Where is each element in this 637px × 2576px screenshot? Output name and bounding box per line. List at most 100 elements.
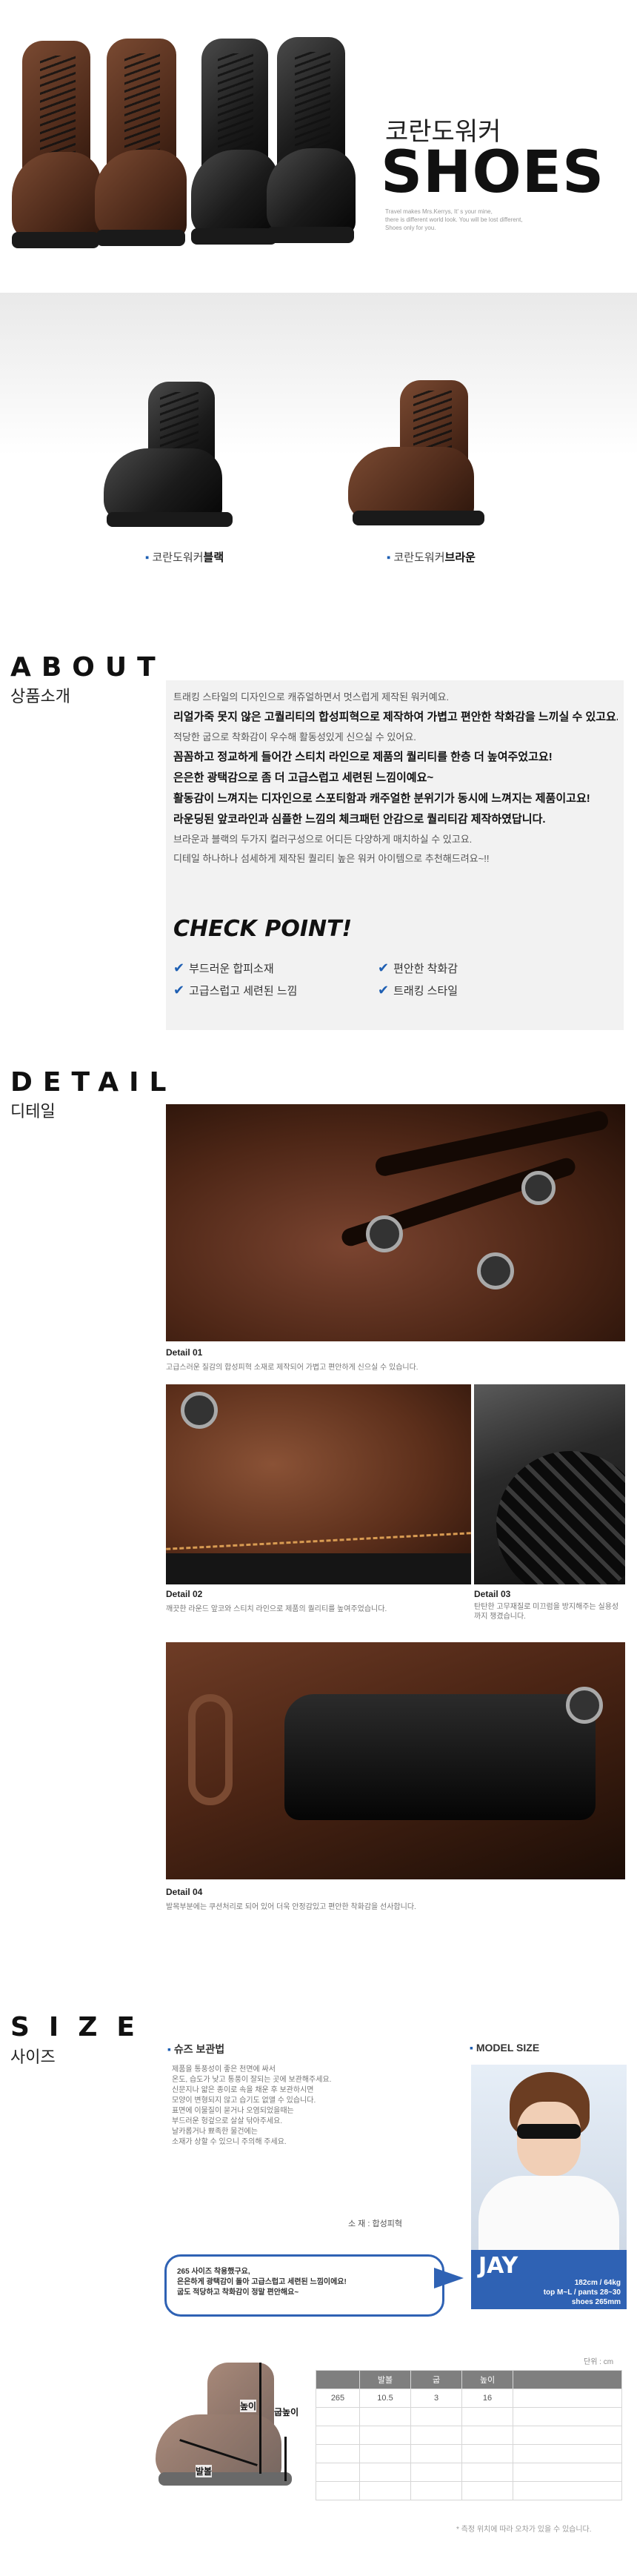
detail-02-title: Detail 02 — [166, 1589, 203, 1599]
bullet-icon: ▪ — [145, 551, 150, 564]
about-line-text: 은은한 광택감으로 좀 더 고급스럽고 세련된 느낌이예요~ — [173, 771, 434, 784]
hero-boot-brown-1 — [12, 41, 101, 256]
detail-03-photo — [474, 1384, 625, 1584]
hero-boot-black-2 — [267, 37, 356, 252]
about-line: 브라운과 블랙의 두가지 컬러구성으로 어디든 다양하게 매치하실 수 있고요. — [173, 834, 473, 845]
callout-tail — [434, 2268, 464, 2288]
variant-label-brown: ▪ 코란도워커브라운 — [387, 549, 476, 565]
about-title: ABOUT — [10, 652, 166, 683]
size-table-cell: 265 — [316, 2389, 360, 2408]
variant-label-black: ▪ 코란도워커블랙 — [145, 549, 224, 565]
variant-boot-brown — [348, 380, 489, 528]
check-item-label: 부드러운 합피소재 — [189, 963, 274, 975]
model-stat: 182cm / 64kg — [574, 2279, 621, 2287]
size-footnote: * 측정 위치에 따라 오차가 있을 수 있습니다. — [456, 2526, 592, 2534]
hero-tagline-line: there is different world look. You will … — [385, 216, 523, 223]
hero-boot-black-1 — [191, 39, 279, 253]
detail-03-desc: 탄탄한 고무재질로 미끄럼을 방지해주는 실용성까지 챙겼습니다. — [474, 1602, 622, 1621]
size-table-header-cell: 높이 — [461, 2370, 513, 2389]
detail-01-title: Detail 01 — [166, 1347, 203, 1358]
bullet-icon: ▪ — [167, 2043, 171, 2055]
about-line: 은은한 광택감으로 좀 더 고급스럽고 세련된 느낌이예요~ — [173, 769, 618, 785]
measure-diagram: 높이 굽높이 발볼 — [156, 2355, 311, 2496]
model-title: ▪ MODEL SIZE — [470, 2042, 539, 2054]
model-info-box: JAY 182cm / 64kg top M~L / pants 28~30 s… — [471, 2250, 627, 2309]
model-name: JAY — [478, 2253, 518, 2279]
detail-04-desc: 발목부분에는 쿠션처리로 되어 있어 더욱 안정감있고 편안한 착화감을 선사합… — [166, 1903, 416, 1911]
about-line: 리얼가죽 못지 않은 고퀄리티의 합성피혁으로 제작하여 가볍고 편안한 착화감… — [173, 708, 618, 724]
table-row — [316, 2463, 622, 2482]
table-row — [316, 2444, 622, 2463]
about-line: 활동감이 느껴지는 디자인으로 스포티함과 캐주얼한 분위기가 동시에 느껴지는… — [173, 790, 618, 806]
sole-tread — [496, 1451, 625, 1584]
about-line-text: 꼼꼼하고 정교하게 들어간 스티치 라인으로 제품의 퀄리티를 한층 더 높여주… — [173, 751, 553, 763]
variant-label-color: 블랙 — [203, 551, 224, 564]
callout-line: 굽도 적당하고 착화감이 정말 편안해요~ — [177, 2288, 299, 2297]
hero-tagline: Travel makes Mrs.Kerrys, It' s your mine… — [385, 208, 523, 232]
model-shirt — [478, 2176, 619, 2250]
heel-line — [284, 2437, 287, 2481]
check-item: ✔ 트래킹 스타일 — [378, 983, 458, 998]
care-line: 부드러운 헝겊으로 살살 닦아주세요. — [172, 2117, 283, 2125]
care-line: 제품을 통풍성이 좋은 천면에 싸서 — [172, 2065, 276, 2074]
variants-section: ▪ 코란도워커블랙 ▪ 코란도워커브라운 — [0, 293, 637, 589]
variant-label-color: 브라운 — [444, 551, 476, 564]
sunglasses-icon — [517, 2124, 581, 2139]
checkmark-icon: ✔ — [173, 960, 185, 975]
sole-edge — [166, 1553, 471, 1584]
about-line: 디테일 하나하나 섬세하게 제작된 퀄리티 높은 워커 아이템으로 추천해드려요… — [173, 853, 490, 864]
size-table-header-cell: 발볼 — [359, 2370, 411, 2389]
hero-boot-brown-2 — [95, 39, 187, 255]
detail-04-photo — [166, 1642, 625, 1879]
bullet-icon: ▪ — [387, 551, 391, 564]
size-table: 발볼 굽 높이 265 10.5 3 16 — [316, 2370, 622, 2500]
height-label: 높이 — [240, 2400, 257, 2412]
hero-tagline-line: Travel makes Mrs.Kerrys, It' s your mine… — [385, 208, 493, 215]
care-line: 신문지나 얇은 종이로 속을 채운 후 보관하시면 — [172, 2086, 314, 2094]
unit-label: 단위 : cm — [584, 2358, 614, 2366]
care-text: 제품을 통풍성이 좋은 천면에 싸서 온도, 습도가 낮고 통풍이 잘되는 곳에… — [172, 2065, 331, 2148]
size-subtitle: 사이즈 — [10, 2048, 56, 2066]
callout-text: 265 사이즈 착용했구요, 은은하게 광택감이 돌아 고급스럽고 세련된 느낌… — [177, 2267, 347, 2298]
padded-collar — [284, 1694, 596, 1820]
stitch-line — [166, 1532, 471, 1550]
variant-boot-black — [104, 382, 237, 530]
model-photo — [471, 2065, 627, 2250]
care-line: 온도, 습도가 낮고 통풍이 잘되는 곳에 보관해주세요. — [172, 2076, 332, 2084]
measure-boot — [156, 2363, 304, 2489]
eyelet-icon — [181, 1392, 218, 1429]
variant-label-prefix: 코란도워커 — [152, 551, 204, 564]
size-table-header-cell: 굽 — [410, 2370, 462, 2389]
size-table-header: 발볼 굽 높이 — [316, 2370, 622, 2389]
about-subtitle: 상품소개 — [10, 687, 70, 706]
model-stats: 182cm / 64kg top M~L / pants 28~30 shoes… — [544, 2278, 621, 2307]
table-row — [316, 2481, 622, 2500]
about-line-text: 리얼가죽 못지 않은 고퀄리티의 합성피혁으로 제작하여 가볍고 편안한 착화감… — [173, 711, 618, 723]
detail-04-title: Detail 04 — [166, 1887, 203, 1897]
pull-loop — [188, 1694, 233, 1805]
checkmark-icon: ✔ — [378, 960, 390, 975]
detail-02-photo — [166, 1384, 471, 1584]
size-table-cell: 16 — [461, 2389, 513, 2408]
material-label: 소 재 : 합성피혁 — [348, 2220, 402, 2228]
eyelet-icon — [566, 1687, 603, 1724]
size-table-cell — [513, 2389, 622, 2408]
model-stat: shoes 265mm — [571, 2298, 621, 2306]
check-item: ✔ 고급스럽고 세련된 느낌 — [173, 983, 297, 998]
detail-title: DETAIL — [10, 1067, 177, 1098]
size-table-cell: 3 — [410, 2389, 462, 2408]
callout-line: 은은하게 광택감이 돌아 고급스럽고 세련된 느낌이에요! — [177, 2278, 347, 2286]
hero-title-en: SHOES — [381, 139, 605, 206]
checkmark-icon: ✔ — [173, 983, 185, 997]
eyelet-icon — [477, 1252, 514, 1289]
check-item-label: 편안한 착화감 — [393, 963, 458, 975]
detail-01-desc: 고급스러운 질감의 합성피혁 소재로 제작되어 가볍고 편안하게 신으실 수 있… — [166, 1364, 418, 1372]
about-line: 트래킹 스타일의 디자인으로 캐쥬얼하면서 멋스럽게 제작된 워커예요. — [173, 691, 450, 703]
checkmark-icon: ✔ — [378, 983, 390, 997]
detail-subtitle: 디테일 — [10, 1102, 56, 1121]
callout-line: 265 사이즈 착용했구요, — [177, 2268, 250, 2276]
about-box: 트래킹 스타일의 디자인으로 캐쥬얼하면서 멋스럽게 제작된 워커예요. 리얼가… — [166, 680, 624, 1030]
hero-tagline-line: Shoes only for you. — [385, 225, 436, 231]
about-line-text: 활동감이 느껴지는 디자인으로 스포티함과 캐주얼한 분위기가 동시에 느껴지는… — [173, 792, 590, 805]
check-point-title: CHECK POINT! — [173, 916, 353, 942]
